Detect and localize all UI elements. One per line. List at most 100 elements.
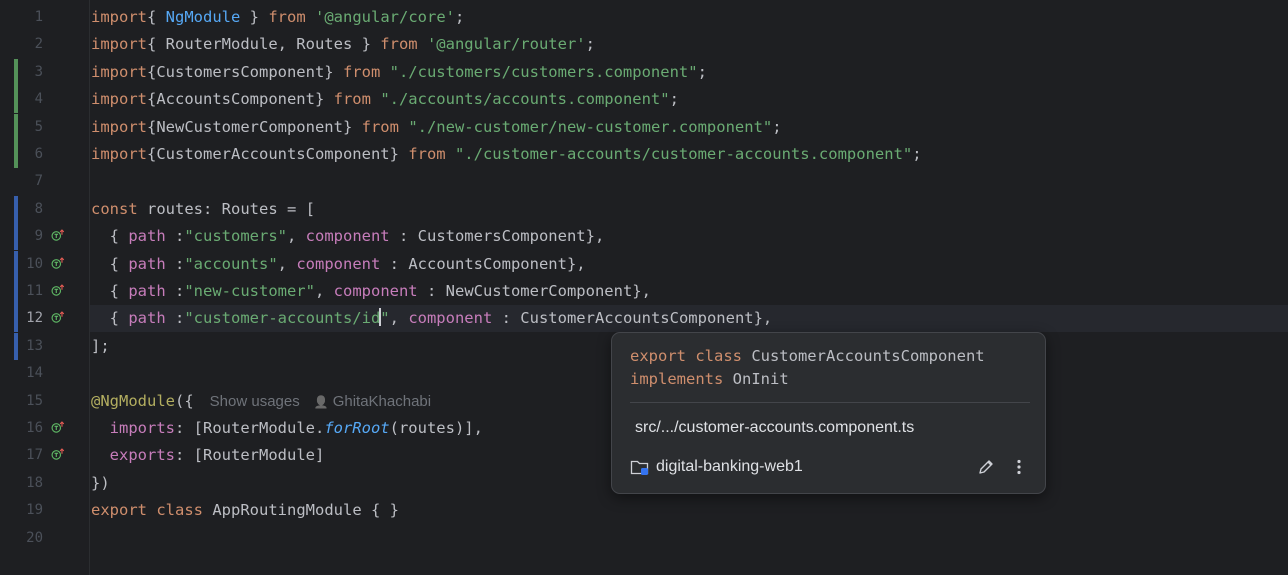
implements-gutter-icon[interactable] bbox=[51, 256, 64, 270]
gutter-line-15[interactable]: 15 bbox=[0, 388, 89, 415]
code-line-6[interactable]: import{CustomerAccountsComponent} from "… bbox=[90, 141, 1288, 168]
implements-gutter-icon[interactable] bbox=[51, 421, 64, 434]
vcs-added-marker[interactable] bbox=[14, 58, 18, 86]
code-token: path bbox=[128, 282, 166, 300]
more-options-button[interactable] bbox=[1009, 457, 1029, 477]
code-line-1[interactable]: import{ NgModule } from '@angular/core'; bbox=[90, 4, 1288, 31]
project-row[interactable]: digital-banking-web1 bbox=[630, 455, 803, 479]
code-token: import bbox=[91, 117, 147, 136]
line-number: 15 bbox=[26, 392, 43, 409]
code-token: import bbox=[91, 62, 147, 81]
vcs-added-marker[interactable] bbox=[14, 113, 18, 141]
code-vision-hints: Show usages 👤 GhitaKhachabi bbox=[210, 393, 431, 410]
gutter-line-13[interactable]: 13 bbox=[0, 332, 89, 360]
edit-button[interactable] bbox=[976, 457, 996, 477]
code-token: ; bbox=[669, 90, 679, 109]
code-token: : NewCustomerComponent}, bbox=[417, 282, 651, 300]
vcs-modified-marker[interactable] bbox=[14, 195, 18, 223]
code-token: ; bbox=[912, 145, 922, 163]
show-usages-link[interactable]: Show usages bbox=[210, 393, 300, 410]
code-token: : CustomersComponent}, bbox=[389, 227, 605, 246]
code-line-3[interactable]: import{CustomersComponent} from "./custo… bbox=[90, 59, 1288, 86]
code-token: '@angular/router' bbox=[426, 35, 586, 54]
vcs-modified-marker[interactable] bbox=[14, 278, 18, 305]
code-line-20[interactable] bbox=[90, 525, 1288, 552]
implements-gutter-icon[interactable] bbox=[51, 284, 64, 297]
code-line-2[interactable]: import{ RouterModule, Routes } from '@an… bbox=[90, 31, 1288, 58]
project-name: digital-banking-web1 bbox=[656, 458, 803, 475]
vcs-added-marker[interactable] bbox=[14, 141, 18, 168]
implements-gutter-icon[interactable] bbox=[51, 229, 64, 242]
code-line-4[interactable]: import{AccountsComponent} from "./accoun… bbox=[90, 86, 1288, 113]
code-token: imports bbox=[109, 419, 175, 437]
gutter-line-18[interactable]: 18 bbox=[0, 470, 89, 497]
code-line-9[interactable]: { path :"customers", component : Custome… bbox=[90, 223, 1288, 250]
code-token: CustomerAccountsComponent bbox=[741, 347, 985, 365]
gutter-line-12[interactable]: 12 bbox=[0, 305, 89, 333]
gutter-line-5[interactable]: 5 bbox=[0, 113, 89, 141]
line-number: 1 bbox=[34, 9, 43, 25]
line-number: 11 bbox=[26, 283, 43, 299]
line-number: 10 bbox=[26, 255, 43, 272]
gutter-line-20[interactable]: 20 bbox=[0, 525, 89, 552]
code-line-10[interactable]: { path :"accounts", component : Accounts… bbox=[90, 251, 1288, 278]
code-line-19[interactable]: export class AppRoutingModule { } bbox=[90, 497, 1288, 524]
code-token: path bbox=[128, 227, 166, 246]
gutter-line-4[interactable]: 4 bbox=[0, 86, 89, 114]
author-name-link[interactable]: GhitaKhachabi bbox=[333, 393, 431, 410]
more-vertical-icon bbox=[1017, 459, 1021, 475]
gutter-line-10[interactable]: 10 bbox=[0, 250, 89, 278]
gutter-line-6[interactable]: 6 bbox=[0, 141, 89, 168]
gutter-line-1[interactable]: 1 bbox=[0, 4, 89, 31]
code-line-5[interactable]: import{NewCustomerComponent} from "./new… bbox=[90, 114, 1288, 141]
implements-gutter-icon[interactable] bbox=[51, 311, 64, 324]
line-number: 9 bbox=[34, 228, 43, 245]
signature-line-1: export class CustomerAccountsComponent bbox=[630, 345, 985, 368]
vcs-modified-marker[interactable] bbox=[14, 305, 18, 333]
gutter-line-2[interactable]: 2 bbox=[0, 31, 89, 58]
code-token: , bbox=[314, 282, 334, 300]
code-token: NgModule bbox=[165, 8, 241, 26]
code-line-7[interactable] bbox=[90, 168, 1288, 195]
gutter-line-9[interactable]: 9 bbox=[0, 223, 89, 251]
line-number: 13 bbox=[26, 337, 43, 354]
line-number: 8 bbox=[34, 200, 43, 217]
code-token: ; bbox=[454, 8, 465, 26]
vcs-modified-marker[interactable] bbox=[14, 223, 18, 251]
code-token: import bbox=[91, 145, 147, 163]
line-number: 3 bbox=[34, 63, 43, 80]
gutter-line-8[interactable]: 8 bbox=[0, 195, 89, 223]
code-line-11[interactable]: { path :"new-customer", component : NewC… bbox=[90, 278, 1288, 305]
vcs-added-marker[interactable] bbox=[14, 86, 18, 114]
gutter-line-3[interactable]: 3 bbox=[0, 58, 89, 86]
code-token: from bbox=[380, 35, 418, 54]
gutter-line-17[interactable]: 17 bbox=[0, 442, 89, 469]
line-number: 18 bbox=[26, 474, 43, 491]
line-number: 4 bbox=[34, 91, 43, 108]
code-line-12[interactable]: { path :"customer-accounts/id", componen… bbox=[90, 305, 1288, 333]
code-token: OnInit bbox=[723, 370, 789, 388]
gutter-line-16[interactable]: 16 bbox=[0, 415, 89, 442]
code-token: from bbox=[361, 117, 399, 136]
gutter-line-19[interactable]: 19 bbox=[0, 497, 89, 524]
code-token: component bbox=[305, 227, 390, 246]
file-path-link[interactable]: src/.../customer-accounts.component.ts bbox=[635, 419, 914, 437]
vcs-modified-marker[interactable] bbox=[14, 250, 18, 278]
code-token: const bbox=[91, 199, 138, 218]
gutter-line-7[interactable]: 7 bbox=[0, 168, 89, 195]
line-number: 7 bbox=[34, 173, 43, 190]
code-token: { bbox=[147, 8, 166, 26]
gutter-line-14[interactable]: 14 bbox=[0, 360, 89, 387]
code-token: from bbox=[333, 90, 371, 109]
code-token: "./new-customer/new-customer.component" bbox=[408, 117, 773, 136]
code-line-8[interactable]: const routes: Routes = [ bbox=[90, 196, 1288, 223]
implements-gutter-icon[interactable] bbox=[51, 448, 64, 461]
vcs-modified-marker[interactable] bbox=[14, 332, 18, 360]
code-token: : [RouterModule] bbox=[175, 446, 325, 465]
code-token: {CustomerAccountsComponent} bbox=[147, 145, 409, 163]
gutter-line-11[interactable]: 11 bbox=[0, 278, 89, 305]
